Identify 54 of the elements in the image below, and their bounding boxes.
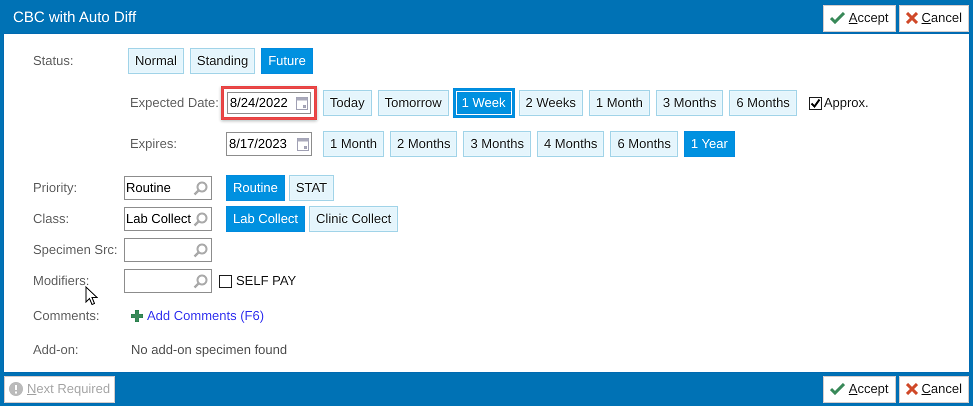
- option-button[interactable]: 2 Weeks: [518, 90, 583, 116]
- search-icon[interactable]: [193, 180, 208, 196]
- option-button[interactable]: 2 Months: [390, 131, 458, 157]
- calendar-icon[interactable]: [296, 96, 308, 110]
- option-button[interactable]: 6 Months: [729, 90, 797, 116]
- option-button[interactable]: STAT: [288, 175, 334, 201]
- checkbox[interactable]: [219, 274, 232, 288]
- add-comments-link[interactable]: Add Comments (F6): [131, 306, 264, 326]
- cancel-button[interactable]: Cancel: [898, 376, 969, 402]
- option-button[interactable]: 1 Month: [588, 90, 650, 116]
- date-field[interactable]: 8/24/2022: [226, 92, 311, 114]
- option-button[interactable]: 6 Months: [610, 131, 678, 157]
- alert-icon: [9, 382, 23, 396]
- field-label: Expires:: [130, 135, 178, 154]
- date-field[interactable]: 8/17/2023: [226, 132, 312, 156]
- field-label: Priority:: [33, 179, 78, 198]
- option-button[interactable]: 1 Month: [323, 131, 384, 157]
- option-button[interactable]: Today: [322, 90, 372, 116]
- addon-message: No add-on specimen found: [131, 341, 288, 360]
- search-icon[interactable]: [193, 212, 208, 226]
- accept-button[interactable]: Accept: [822, 4, 896, 32]
- field-label: Class:: [33, 210, 70, 228]
- field-label: Comments:: [33, 307, 100, 326]
- checkmark-icon: [830, 12, 845, 24]
- option-button[interactable]: Clinic Collect: [309, 206, 398, 232]
- checkmark-icon: [830, 383, 845, 395]
- lookup-field[interactable]: Routine: [124, 176, 212, 200]
- option-button[interactable]: Tomorrow: [378, 90, 449, 116]
- cancel-button[interactable]: Cancel: [898, 4, 969, 32]
- checkbox-label: SELF PAY: [236, 272, 296, 290]
- field-label: Status:: [33, 52, 74, 70]
- close-icon: [906, 12, 918, 24]
- option-button[interactable]: 3 Months: [463, 131, 531, 157]
- plus-icon: [131, 310, 143, 322]
- option-button[interactable]: Standing: [190, 48, 256, 74]
- lookup-field[interactable]: [124, 238, 212, 262]
- search-icon[interactable]: [193, 274, 208, 288]
- search-icon[interactable]: [193, 242, 208, 258]
- window-title: CBC with Auto Diff: [13, 8, 136, 28]
- field-label: Add-on:: [33, 341, 80, 360]
- option-button[interactable]: 3 Months: [656, 90, 724, 116]
- option-button[interactable]: 4 Months: [536, 131, 604, 157]
- accept-button[interactable]: Accept: [822, 376, 896, 402]
- close-icon: [906, 383, 918, 395]
- field-label: Specimen Src:: [33, 241, 119, 260]
- checkbox[interactable]: [808, 96, 822, 110]
- field-label: Expected Date:: [130, 94, 219, 112]
- lookup-field[interactable]: Lab Collect: [124, 207, 212, 231]
- checkbox-label: Approx.: [824, 94, 869, 112]
- cursor-icon: [85, 286, 98, 306]
- calendar-icon[interactable]: [297, 137, 309, 151]
- option-button[interactable]: Normal: [128, 48, 184, 74]
- field-label: Modifiers:: [33, 272, 90, 290]
- lookup-field[interactable]: [124, 269, 212, 293]
